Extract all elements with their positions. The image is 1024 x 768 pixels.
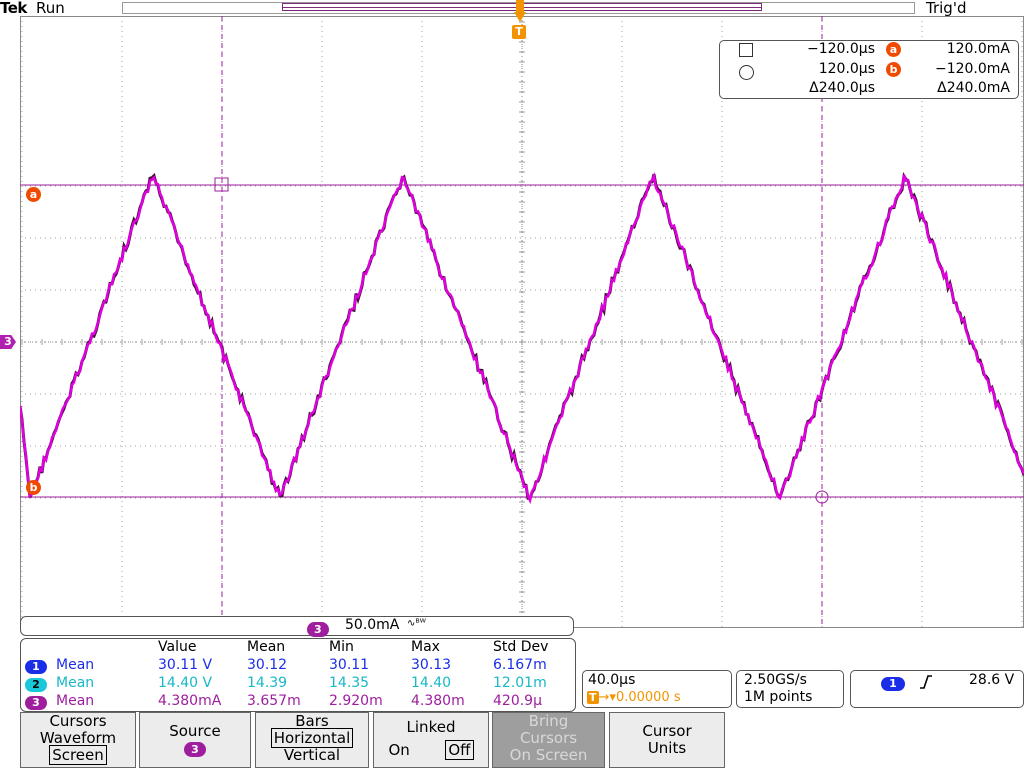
trigger-readout[interactable]: 1 28.6 V bbox=[850, 670, 1024, 708]
row-2-value: 14.40 V bbox=[158, 675, 213, 691]
linked-on-option: On bbox=[388, 741, 410, 759]
record-length: 1M points bbox=[744, 689, 813, 705]
linked-button[interactable]: Linked On Off bbox=[373, 712, 489, 768]
cursor-value-b: −120.0mA bbox=[934, 61, 1010, 77]
source-button[interactable]: Source 3 bbox=[139, 712, 251, 768]
run-state: Run bbox=[36, 0, 65, 17]
row-3-std-dev: 420.9µ bbox=[493, 693, 542, 709]
circle-cursor-icon bbox=[739, 65, 754, 80]
col-header-max: Max bbox=[411, 639, 440, 655]
cursor-delta-time: Δ240.0µs bbox=[809, 80, 875, 96]
cursor-a-marker[interactable]: a bbox=[26, 187, 41, 202]
sample-rate: 2.50GS/s bbox=[744, 672, 807, 688]
timebase-readout[interactable]: 40.0µs T →▾0.00000 s bbox=[582, 670, 732, 708]
cursor-units-line-1: Cursor bbox=[642, 722, 692, 740]
bring-line-1: Bring bbox=[528, 712, 569, 730]
cursor-time-1: −120.0µs bbox=[806, 41, 875, 57]
source-channel-badge: 3 bbox=[140, 740, 250, 757]
bars-horizontal-option: Horizontal bbox=[270, 728, 354, 748]
cursor-time-2: 120.0µs bbox=[818, 61, 875, 77]
col-header-std-dev: Std Dev bbox=[493, 639, 549, 655]
row-1-mean: 30.12 bbox=[247, 657, 288, 673]
row-3-mean: 3.657m bbox=[247, 693, 301, 709]
waveform-display[interactable] bbox=[20, 16, 1024, 628]
row-1-channel-badge: 1 bbox=[25, 658, 47, 674]
cursors-title: Cursors bbox=[49, 712, 107, 730]
row-3-value: 4.380mA bbox=[158, 693, 222, 709]
row-1-type: Mean bbox=[56, 657, 95, 673]
row-1-value: 30.11 V bbox=[158, 657, 213, 673]
row-2-std-dev: 12.01m bbox=[493, 675, 547, 691]
cursor-value-a: 120.0mA bbox=[946, 41, 1010, 57]
bandwidth-limit-icon: ∿ᴮᵂ bbox=[407, 618, 426, 629]
row-2-type: Mean bbox=[56, 675, 95, 691]
cursor-b-badge: b bbox=[886, 61, 901, 77]
cursor-a-badge: a bbox=[886, 41, 901, 57]
linked-off-option: Off bbox=[445, 740, 474, 760]
bars-button[interactable]: Bars Horizontal Vertical bbox=[255, 712, 369, 768]
rising-edge-icon bbox=[920, 675, 932, 689]
col-header-mean: Mean bbox=[247, 639, 286, 655]
acquisition-readout[interactable]: 2.50GS/s 1M points bbox=[736, 670, 844, 708]
row-2-channel-badge: 2 bbox=[25, 676, 47, 692]
row-3-type: Mean bbox=[56, 693, 95, 709]
bring-cursors-on-screen-button[interactable]: Bring Cursors On Screen bbox=[492, 712, 605, 768]
cursor-units-line-2: Units bbox=[647, 739, 687, 757]
square-cursor-icon bbox=[739, 43, 753, 57]
bring-line-3: On Screen bbox=[509, 746, 588, 764]
bars-vertical-option: Vertical bbox=[283, 746, 341, 764]
channel-3-ground-marker[interactable]: 3 bbox=[0, 335, 16, 349]
col-header-value: Value bbox=[158, 639, 197, 655]
channel-scale-bar[interactable]: 3 50.0mA ∿ᴮᵂ bbox=[20, 616, 574, 637]
source-title: Source bbox=[169, 722, 221, 740]
row-1-max: 30.13 bbox=[411, 657, 452, 673]
row-2-mean: 14.39 bbox=[247, 675, 288, 691]
trigger-state: Trig'd bbox=[926, 0, 967, 17]
row-3-max: 4.380m bbox=[411, 693, 465, 709]
row-1-std-dev: 6.167m bbox=[493, 657, 547, 673]
row-3-channel-badge: 3 bbox=[25, 694, 47, 710]
linked-title: Linked bbox=[406, 718, 456, 736]
horizontal-scale: 40.0µs bbox=[588, 672, 636, 688]
row-2-max: 14.40 bbox=[411, 675, 452, 691]
trigger-position-arrow bbox=[514, 0, 526, 22]
cursor-delta-value: Δ240.0mA bbox=[937, 80, 1010, 96]
trigger-level: 28.6 V bbox=[969, 672, 1015, 688]
trigger-source-badge: 1 bbox=[881, 675, 905, 691]
cursor-readout: −120.0µs a 120.0mA 120.0µs b −120.0mA Δ2… bbox=[719, 40, 1019, 99]
cursors-mode-button[interactable]: Cursors Waveform Screen bbox=[20, 712, 136, 768]
trigger-marker[interactable]: T bbox=[512, 25, 526, 39]
measurement-table[interactable]: Value Mean Min Max Std Dev 1 Mean 30.11 … bbox=[20, 638, 576, 712]
channel-3-scale: 50.0mA bbox=[345, 617, 400, 633]
col-header-min: Min bbox=[329, 639, 354, 655]
channel-3-badge: 3 bbox=[307, 618, 329, 637]
bring-line-2: Cursors bbox=[519, 729, 578, 747]
row-3-min: 2.920m bbox=[329, 693, 383, 709]
trigger-position: T →▾0.00000 s bbox=[587, 690, 681, 705]
cursors-screen-option: Screen bbox=[49, 745, 107, 765]
row-1-min: 30.11 bbox=[329, 657, 370, 673]
brand-logo: Tek bbox=[0, 0, 27, 17]
cursor-units-button[interactable]: Cursor Units bbox=[609, 712, 725, 768]
cursor-b-marker[interactable]: b bbox=[26, 480, 41, 495]
row-2-min: 14.35 bbox=[329, 675, 370, 691]
